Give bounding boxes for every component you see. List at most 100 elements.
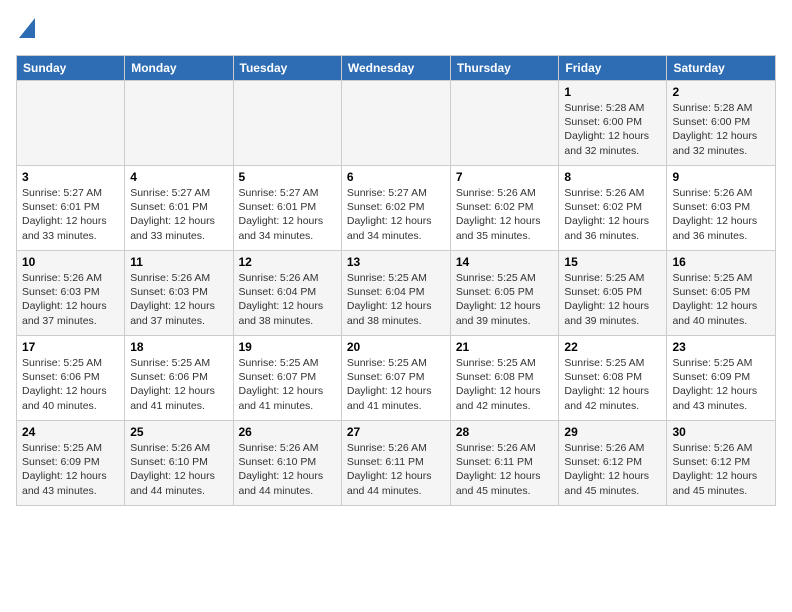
calendar-week-row: 24 Sunrise: 5:25 AMSunset: 6:09 PMDayligh… <box>17 421 776 506</box>
day-number: 9 <box>672 170 770 184</box>
calendar-day-header: Monday <box>125 56 233 81</box>
day-number: 11 <box>130 255 227 269</box>
day-info: Sunrise: 5:26 AMSunset: 6:10 PMDaylight:… <box>130 441 227 498</box>
calendar-day-cell: 10 Sunrise: 5:26 AMSunset: 6:03 PMDayligh… <box>17 251 125 336</box>
calendar-day-cell: 18 Sunrise: 5:25 AMSunset: 6:06 PMDayligh… <box>125 336 233 421</box>
calendar-day-cell: 4 Sunrise: 5:27 AMSunset: 6:01 PMDaylight… <box>125 166 233 251</box>
calendar-week-row: 1 Sunrise: 5:28 AMSunset: 6:00 PMDaylight… <box>17 81 776 166</box>
day-info: Sunrise: 5:26 AMSunset: 6:11 PMDaylight:… <box>456 441 554 498</box>
calendar-day-cell: 6 Sunrise: 5:27 AMSunset: 6:02 PMDaylight… <box>341 166 450 251</box>
calendar-header-row: SundayMondayTuesdayWednesdayThursdayFrid… <box>17 56 776 81</box>
day-number: 28 <box>456 425 554 439</box>
calendar-day-cell: 13 Sunrise: 5:25 AMSunset: 6:04 PMDayligh… <box>341 251 450 336</box>
calendar-day-cell: 19Sunrise: 5:25 AMSunset: 6:07 PMDayligh… <box>233 336 341 421</box>
day-info: Sunrise: 5:27 AMSunset: 6:01 PMDaylight:… <box>239 186 336 243</box>
calendar-week-row: 10 Sunrise: 5:26 AMSunset: 6:03 PMDayligh… <box>17 251 776 336</box>
day-info: Sunrise: 5:26 AMSunset: 6:11 PMDaylight:… <box>347 441 445 498</box>
calendar-day-header: Wednesday <box>341 56 450 81</box>
calendar-day-cell: 9 Sunrise: 5:26 AMSunset: 6:03 PMDaylight… <box>667 166 776 251</box>
calendar-day-cell: 16 Sunrise: 5:25 AMSunset: 6:05 PMDayligh… <box>667 251 776 336</box>
day-number: 29 <box>564 425 661 439</box>
calendar-week-row: 17 Sunrise: 5:25 AMSunset: 6:06 PMDayligh… <box>17 336 776 421</box>
calendar-day-cell <box>17 81 125 166</box>
day-info: Sunrise: 5:28 AMSunset: 6:00 PMDaylight:… <box>672 101 770 158</box>
day-number: 18 <box>130 340 227 354</box>
day-number: 7 <box>456 170 554 184</box>
calendar-day-cell: 29 Sunrise: 5:26 AMSunset: 6:12 PMDayligh… <box>559 421 667 506</box>
day-info: Sunrise: 5:25 AMSunset: 6:05 PMDaylight:… <box>672 271 770 328</box>
day-number: 23 <box>672 340 770 354</box>
day-info: Sunrise: 5:25 AMSunset: 6:08 PMDaylight:… <box>456 356 554 413</box>
calendar-day-cell: 21 Sunrise: 5:25 AMSunset: 6:08 PMDayligh… <box>450 336 559 421</box>
day-info: Sunrise: 5:25 AMSunset: 6:08 PMDaylight:… <box>564 356 661 413</box>
day-number: 6 <box>347 170 445 184</box>
calendar-day-cell: 11 Sunrise: 5:26 AMSunset: 6:03 PMDayligh… <box>125 251 233 336</box>
day-number: 30 <box>672 425 770 439</box>
day-info: Sunrise: 5:26 AMSunset: 6:12 PMDaylight:… <box>564 441 661 498</box>
day-number: 15 <box>564 255 661 269</box>
day-number: 10 <box>22 255 119 269</box>
day-info: Sunrise: 5:26 AMSunset: 6:02 PMDaylight:… <box>456 186 554 243</box>
day-info: Sunrise: 5:25 AMSunset: 6:07 PMDaylight:… <box>239 356 336 413</box>
day-number: 12 <box>239 255 336 269</box>
day-info: Sunrise: 5:26 AMSunset: 6:12 PMDaylight:… <box>672 441 770 498</box>
day-number: 27 <box>347 425 445 439</box>
day-info: Sunrise: 5:25 AMSunset: 6:04 PMDaylight:… <box>347 271 445 328</box>
logo-arrow-icon <box>19 18 35 43</box>
calendar-day-cell: 8 Sunrise: 5:26 AMSunset: 6:02 PMDaylight… <box>559 166 667 251</box>
calendar-day-cell <box>450 81 559 166</box>
day-info: Sunrise: 5:28 AMSunset: 6:00 PMDaylight:… <box>564 101 661 158</box>
day-info: Sunrise: 5:25 AMSunset: 6:06 PMDaylight:… <box>130 356 227 413</box>
day-info: Sunrise: 5:26 AMSunset: 6:03 PMDaylight:… <box>130 271 227 328</box>
calendar-day-cell: 27 Sunrise: 5:26 AMSunset: 6:11 PMDayligh… <box>341 421 450 506</box>
day-info: Sunrise: 5:26 AMSunset: 6:03 PMDaylight:… <box>672 186 770 243</box>
logo <box>16 16 35 43</box>
day-number: 8 <box>564 170 661 184</box>
day-number: 3 <box>22 170 119 184</box>
day-info: Sunrise: 5:25 AMSunset: 6:09 PMDaylight:… <box>22 441 119 498</box>
calendar-day-cell: 2 Sunrise: 5:28 AMSunset: 6:00 PMDaylight… <box>667 81 776 166</box>
calendar-day-header: Tuesday <box>233 56 341 81</box>
calendar-day-cell: 7 Sunrise: 5:26 AMSunset: 6:02 PMDaylight… <box>450 166 559 251</box>
day-info: Sunrise: 5:27 AMSunset: 6:01 PMDaylight:… <box>130 186 227 243</box>
calendar-day-header: Thursday <box>450 56 559 81</box>
day-info: Sunrise: 5:25 AMSunset: 6:06 PMDaylight:… <box>22 356 119 413</box>
calendar-day-cell <box>341 81 450 166</box>
day-number: 24 <box>22 425 119 439</box>
calendar-day-cell: 1 Sunrise: 5:28 AMSunset: 6:00 PMDaylight… <box>559 81 667 166</box>
day-info: Sunrise: 5:25 AMSunset: 6:07 PMDaylight:… <box>347 356 445 413</box>
day-number: 16 <box>672 255 770 269</box>
logo-text-block <box>16 16 35 43</box>
day-number: 20 <box>347 340 445 354</box>
day-number: 1 <box>564 85 661 99</box>
day-info: Sunrise: 5:26 AMSunset: 6:02 PMDaylight:… <box>564 186 661 243</box>
calendar-day-cell: 5Sunrise: 5:27 AMSunset: 6:01 PMDaylight… <box>233 166 341 251</box>
day-info: Sunrise: 5:27 AMSunset: 6:02 PMDaylight:… <box>347 186 445 243</box>
calendar-day-cell: 12 Sunrise: 5:26 AMSunset: 6:04 PMDayligh… <box>233 251 341 336</box>
calendar-day-cell: 22 Sunrise: 5:25 AMSunset: 6:08 PMDayligh… <box>559 336 667 421</box>
calendar-day-cell <box>125 81 233 166</box>
calendar-week-row: 3 Sunrise: 5:27 AMSunset: 6:01 PMDaylight… <box>17 166 776 251</box>
day-number: 2 <box>672 85 770 99</box>
day-number: 13 <box>347 255 445 269</box>
calendar-day-cell: 23Sunrise: 5:25 AMSunset: 6:09 PMDayligh… <box>667 336 776 421</box>
calendar-day-cell: 20 Sunrise: 5:25 AMSunset: 6:07 PMDayligh… <box>341 336 450 421</box>
day-info: Sunrise: 5:25 AMSunset: 6:05 PMDaylight:… <box>456 271 554 328</box>
day-number: 4 <box>130 170 227 184</box>
calendar-day-cell: 25Sunrise: 5:26 AMSunset: 6:10 PMDayligh… <box>125 421 233 506</box>
day-number: 17 <box>22 340 119 354</box>
calendar-day-cell: 14Sunrise: 5:25 AMSunset: 6:05 PMDayligh… <box>450 251 559 336</box>
calendar-day-cell: 3 Sunrise: 5:27 AMSunset: 6:01 PMDaylight… <box>17 166 125 251</box>
day-number: 21 <box>456 340 554 354</box>
calendar-day-header: Friday <box>559 56 667 81</box>
calendar-day-header: Sunday <box>17 56 125 81</box>
calendar-day-cell: 15Sunrise: 5:25 AMSunset: 6:05 PMDayligh… <box>559 251 667 336</box>
calendar-day-cell: 26Sunrise: 5:26 AMSunset: 6:10 PMDayligh… <box>233 421 341 506</box>
day-info: Sunrise: 5:26 AMSunset: 6:04 PMDaylight:… <box>239 271 336 328</box>
day-info: Sunrise: 5:27 AMSunset: 6:01 PMDaylight:… <box>22 186 119 243</box>
day-number: 22 <box>564 340 661 354</box>
calendar-day-cell: 17 Sunrise: 5:25 AMSunset: 6:06 PMDayligh… <box>17 336 125 421</box>
calendar-day-cell <box>233 81 341 166</box>
day-info: Sunrise: 5:26 AMSunset: 6:03 PMDaylight:… <box>22 271 119 328</box>
day-number: 26 <box>239 425 336 439</box>
